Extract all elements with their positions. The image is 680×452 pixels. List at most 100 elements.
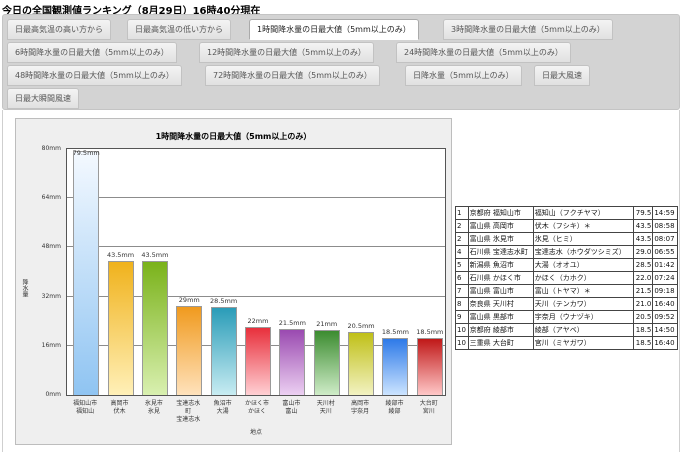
time-cell: 14:50 [652,323,678,337]
table-row: 10 京都府 綾部市 綾部（アヤベ） 18.5 14:50 [455,323,678,337]
table-row: 9 富山県 黒部市 宇奈月（ウナヅキ） 20.5 09:52 [455,310,678,324]
tab-daily-precip[interactable]: 日降水量（5mm以上のみ） [405,65,522,86]
bar[interactable] [348,331,375,395]
location-cell: 富山県 黒部市 [467,310,534,324]
station-cell: 宮川（ミヤガワ） [532,336,634,350]
station-cell: 福知山（フクチヤマ） [532,206,634,220]
gridline [67,197,445,199]
value-cell: 21.5 [632,284,654,298]
tab-precip-1h[interactable]: 1時間降水量の日最大値（5mm以上のみ） [249,19,419,40]
location-cell: 富山県 高岡市 [467,219,534,233]
bar[interactable] [141,261,168,395]
station-cell: 宝達志水（ホウダツシミズ） [532,245,634,259]
tab-precip-12h[interactable]: 12時間降水量の日最大値（5mm以上のみ） [199,42,374,63]
time-cell: 08:58 [652,219,678,233]
chart-title: 1時間降水量の日最大値（5mm以上のみ） [155,132,312,141]
rank-cell: 5 [455,258,469,272]
value-cell: 20.5 [632,310,654,324]
location-cell: 石川県 かほく市 [467,271,534,285]
rank-cell: 2 [455,219,469,233]
location-cell: 石川県 宝達志水町 [467,245,534,259]
value-cell: 79.5 [632,206,654,220]
tab-bar: 日最高気温の高い方から 日最高気温の低い方から 1時間降水量の日最大値（5mm以… [2,14,680,110]
rank-cell: 9 [455,310,469,324]
x-tick-label: 富山市 富山 [282,400,301,415]
time-cell: 14:59 [652,206,678,220]
time-cell: 09:18 [652,284,678,298]
tab-daily-max-wind[interactable]: 日最大風速 [534,65,590,86]
tab-precip-6h[interactable]: 6時間降水量の日最大値（5mm以上のみ） [7,42,177,63]
table-row: 8 奈良県 天川村 天川（テンカワ） 21.0 16:40 [455,297,678,311]
location-cell: 富山県 富山市 [467,284,534,298]
bar[interactable] [73,150,100,395]
y-tick-label: 64mm [41,194,61,202]
bar-value-label: 28.5mm [210,297,238,306]
station-cell: 富山（トヤマ）＊ [532,284,634,298]
x-tick-label: 高岡市 宇奈月 [351,400,370,415]
bar[interactable] [313,330,340,395]
rank-cell: 10 [455,323,469,337]
rank-cell: 8 [455,297,469,311]
tab-precip-48h[interactable]: 48時間降水量の日最大値（5mm以上のみ） [7,65,182,86]
tab-precip-72h[interactable]: 72時間降水量の日最大値（5mm以上のみ） [205,65,380,86]
value-cell: 28.5 [632,258,654,272]
y-tick-label: 48mm [41,243,61,251]
time-cell: 09:52 [652,310,678,324]
bar[interactable] [210,307,237,395]
time-cell: 16:40 [652,336,678,350]
rank-cell: 4 [455,245,469,259]
bar-value-label: 18.5mm [416,328,444,337]
time-cell: 01:42 [652,258,678,272]
x-tick-label: 福知山市 福知山 [73,400,98,415]
y-tick-label: 80mm [41,145,61,152]
ranking-table: 1 京都府 福知山市 福知山（フクチヤマ） 79.5 14:59 2 富山県 高岡市 伏木（フ… [455,206,678,350]
value-cell: 18.5 [632,323,654,337]
table-row: 4 石川県 宝達志水町 宝達志水（ホウダツシミズ） 29.0 06:55 [455,245,678,259]
station-cell: 伏木（フシキ）＊ [532,219,634,233]
x-tick-label: かほく市 かほく [244,400,269,415]
location-cell: 奈良県 天川村 [467,297,534,311]
bar-value-label: 43.5mm [141,251,169,260]
table-row: 10 三重県 大台町 宮川（ミヤガワ） 18.5 16:40 [455,336,678,350]
x-tick-label: 氷見市 氷見 [144,400,163,415]
table-row: 1 京都府 福知山市 福知山（フクチヤマ） 79.5 14:59 [455,206,678,220]
bar[interactable] [416,338,443,395]
station-cell: 大湯（オオユ） [532,258,634,272]
station-cell: 氷見（ヒミ） [532,232,634,246]
table-row: 6 石川県 かほく市 かほく（カホク） 22.0 07:24 [455,271,678,285]
tab-daily-max-gust[interactable]: 日最大瞬間風速 [7,88,79,109]
bar[interactable] [382,338,409,395]
tab-daily-max-temp-high[interactable]: 日最高気温の高い方から [7,19,111,40]
gridline [67,246,445,248]
y-tick-label: 32mm [41,292,61,300]
x-tick-label: 天川村 天川 [316,400,335,415]
y-tick-label: 16mm [41,341,61,349]
table-row: 5 新潟県 魚沼市 大湯（オオユ） 28.5 01:42 [455,258,678,272]
plot-area: 79.5mm 43.5mm 43.5mm 29mm 28.5mm 22mm 21.5mm 21… [66,148,446,396]
location-cell: 三重県 大台町 [467,336,534,350]
table-row: 7 富山県 富山市 富山（トヤマ）＊ 21.5 09:18 [455,284,678,298]
bar[interactable] [176,305,203,395]
x-tick-label: 大台町 宮川 [419,400,438,415]
y-tick-label: 0mm [45,391,61,398]
x-tick-label: 綾部市 綾部 [385,400,404,415]
x-axis-label: 地点 [249,429,262,436]
bar[interactable] [107,261,134,395]
rank-cell: 7 [455,284,469,298]
value-cell: 18.5 [632,336,654,350]
station-cell: 宇奈月（ウナヅキ） [532,310,634,324]
value-cell: 43.5 [632,232,654,246]
time-cell: 16:40 [652,297,678,311]
time-cell: 08:07 [652,232,678,246]
value-cell: 29.0 [632,245,654,259]
rank-cell: 2 [455,232,469,246]
tab-daily-max-temp-low[interactable]: 日最高気温の低い方から [127,19,231,40]
table-row: 2 富山県 氷見市 氷見（ヒミ） 43.5 08:07 [455,232,678,246]
bar[interactable] [279,328,306,395]
tab-precip-3h[interactable]: 3時間降水量の日最大値（5mm以上のみ） [443,19,613,40]
bar[interactable] [245,327,271,395]
x-tick-label: 宝達志水 町 宝達志水 [176,400,201,423]
rank-cell: 6 [455,271,469,285]
tab-precip-24h[interactable]: 24時間降水量の日最大値（5mm以上のみ） [396,42,571,63]
value-cell: 21.0 [632,297,654,311]
